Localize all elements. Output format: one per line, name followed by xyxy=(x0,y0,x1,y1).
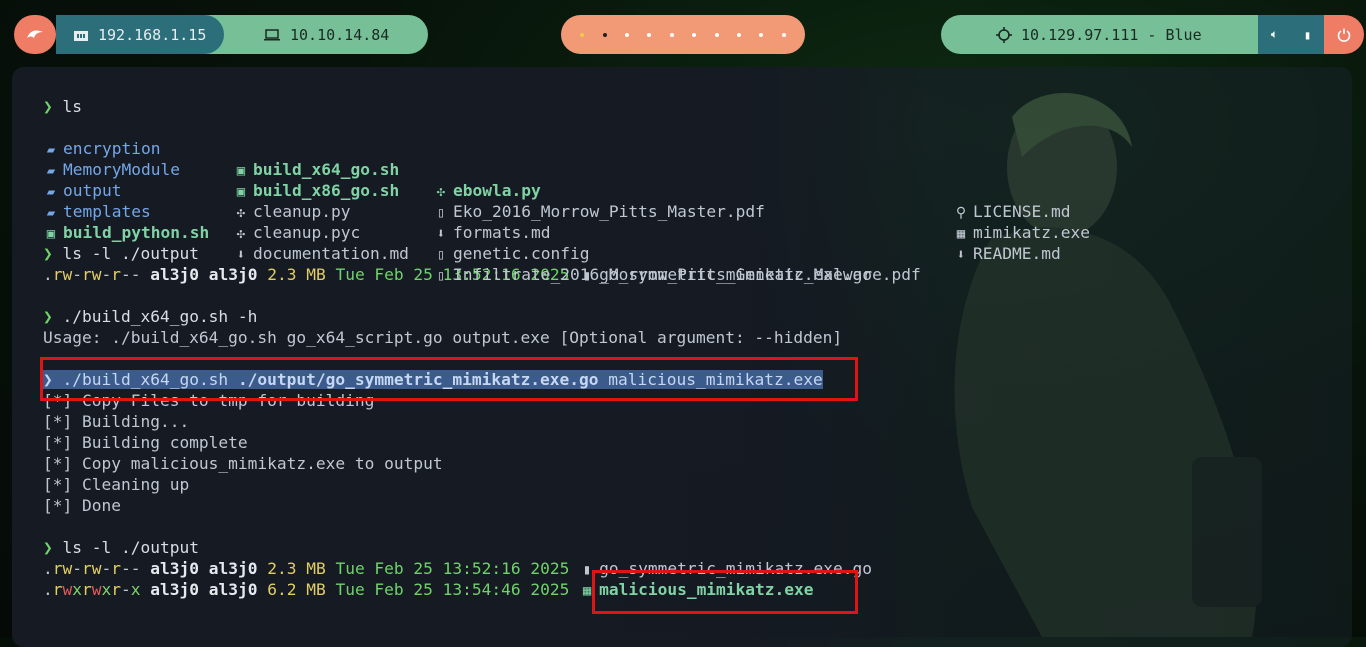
workspace-dot[interactable] xyxy=(692,32,697,37)
workspace-dot[interactable] xyxy=(714,32,719,37)
command-help: ./build_x64_go.sh -h xyxy=(62,307,258,326)
local-ip-text: 192.168.1.15 xyxy=(98,25,207,44)
power-button[interactable] xyxy=(1324,15,1364,54)
file-group: al3j0 xyxy=(208,265,258,284)
prompt: ❯ xyxy=(43,97,53,116)
highlight-box-command xyxy=(40,357,858,401)
file-size: 2.3 MB xyxy=(267,559,326,578)
ip-widget: 192.168.1.15 10.10.14.84 xyxy=(56,15,428,54)
pdf-icon: ▯ xyxy=(436,268,446,284)
build-log: [*] Done xyxy=(43,496,121,515)
perm-other: r xyxy=(111,265,121,284)
workspace-dot[interactable] xyxy=(669,32,674,37)
build-log: [*] Building... xyxy=(43,412,190,431)
workspace-dot[interactable] xyxy=(647,32,652,37)
battery-icon[interactable]: ▮ xyxy=(1304,28,1311,42)
perm: . xyxy=(43,559,53,578)
network-icon xyxy=(74,30,88,41)
file-group: al3j0 xyxy=(208,580,258,599)
kali-dragon-icon xyxy=(27,29,43,38)
ls-entry: build_python.sh xyxy=(63,223,210,242)
ls-entry: mimikatz.exe xyxy=(973,223,1090,242)
perm-user: rw xyxy=(52,559,73,578)
markdown-icon: ⬇ xyxy=(956,247,966,263)
markdown-icon: ⬇ xyxy=(236,247,246,263)
perm-tail: -- xyxy=(121,559,141,578)
ls-row: ▣ build_python.sh ⬇ documentation.md ▯ Infi… xyxy=(43,201,1352,284)
volume-icon[interactable]: 🔈︎ xyxy=(1271,27,1278,42)
command-ls-output: ls -l ./output xyxy=(62,538,199,557)
vpn-ip-text: 10.10.14.84 xyxy=(290,25,390,44)
laptop-icon xyxy=(264,28,280,40)
crosshair-icon xyxy=(996,27,1012,43)
prompt: ❯ xyxy=(43,307,53,326)
terminal-output: ❯ ls ▰ encryption ▣ build_x64_go.sh ✣ ebowl… xyxy=(43,96,1352,600)
local-ip[interactable]: 192.168.1.15 xyxy=(56,15,224,54)
ls-entry: documentation.md xyxy=(253,244,409,263)
build-log: [*] Cleaning up xyxy=(43,475,190,494)
file-date: Tue Feb 25 13:54:46 2025 xyxy=(335,580,570,599)
ls-row: ▰ output ✣ cleanup.py ⬇ formats.md ⬇ README.… xyxy=(43,159,1352,263)
workspace-dot[interactable] xyxy=(736,32,741,37)
command-ls: ls xyxy=(62,97,83,116)
perm-group: rw xyxy=(82,559,102,578)
ls-row: ▰ MemoryModule ▣ build_x86_go.sh ▯ Eko_2016… xyxy=(43,138,1352,242)
perm-sep: - xyxy=(101,559,112,578)
perm-tail: -- xyxy=(121,265,141,284)
ls-entry: Infiltrate_2016_Morrow_Pitts_Genetic_Mal… xyxy=(453,265,921,284)
file-icon: ▯ xyxy=(436,247,446,263)
file-group: al3j0 xyxy=(208,559,258,578)
workspace-dot[interactable] xyxy=(624,32,629,37)
target-text: 10.129.97.111 - Blue xyxy=(1021,25,1202,44)
workspace-switcher[interactable] xyxy=(561,15,805,54)
workspace-dot[interactable] xyxy=(759,32,764,37)
vpn-ip[interactable]: 10.10.14.84 xyxy=(224,15,428,54)
ls-entry: cleanup.pyc xyxy=(253,223,361,242)
shell-script-icon: ▣ xyxy=(46,226,56,242)
ls-row: ▰ templates ✣ cleanup.pyc ▯ genetic.config xyxy=(43,180,1352,263)
python-icon: ✣ xyxy=(236,226,246,242)
workspace-dot[interactable] xyxy=(781,32,786,37)
perm-sep: - xyxy=(72,559,82,578)
ls-row: ▰ encryption ▣ build_x64_go.sh ✣ ebowla.py … xyxy=(43,117,1352,221)
workspace-dot-active[interactable] xyxy=(602,32,607,37)
prompt: ❯ xyxy=(43,538,53,557)
terminal-window[interactable]: ❯ ls ▰ encryption ▣ build_x64_go.sh ✣ ebowl… xyxy=(12,67,1352,647)
build-log: [*] Copy malicious_mimikatz.exe to outpu… xyxy=(43,454,443,473)
markdown-icon: ⬇ xyxy=(436,226,446,242)
perm-sep: - xyxy=(101,265,112,284)
file-owner: al3j0 xyxy=(150,559,199,578)
ls-entry: formats.md xyxy=(453,223,551,242)
kali-menu-button[interactable] xyxy=(14,15,56,54)
build-log: [*] Building complete xyxy=(43,433,248,452)
ls-entry: README.md xyxy=(973,244,1061,263)
target-widget[interactable]: 10.129.97.111 - Blue xyxy=(941,15,1258,54)
power-icon xyxy=(1337,28,1351,42)
perm-other: r xyxy=(111,559,121,578)
file-date: Tue Feb 25 13:52:16 2025 xyxy=(335,559,570,578)
file-size: 2.3 MB xyxy=(267,265,326,284)
file-owner: al3j0 xyxy=(150,265,199,284)
ls-entry: genetic.config xyxy=(453,244,590,263)
file-size: 6.2 MB xyxy=(267,580,326,599)
file-owner: al3j0 xyxy=(150,580,199,599)
usage-line: Usage: ./build_x64_go.sh go_x64_script.g… xyxy=(43,328,843,347)
workspace-dot[interactable] xyxy=(580,32,585,37)
windows-icon: ▦ xyxy=(956,226,966,242)
system-tray: 🔈︎ ▮ xyxy=(1258,15,1324,54)
highlight-box-output-file xyxy=(592,570,858,614)
